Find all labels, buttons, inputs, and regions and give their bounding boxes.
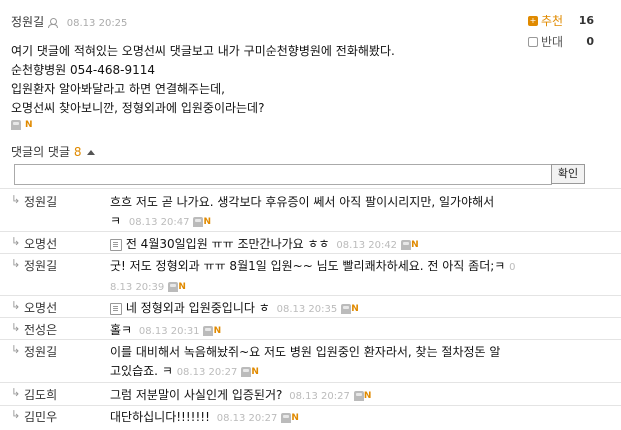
new-icon: N — [291, 412, 299, 423]
divider — [0, 253, 621, 254]
vote-down-count: 0 — [586, 35, 594, 48]
reply-input[interactable] — [14, 164, 552, 185]
reply-author[interactable]: 전성은 — [24, 321, 57, 338]
replies-header[interactable]: 댓글의 댓글 8 — [11, 143, 96, 160]
vote-up-count: 16 — [578, 14, 594, 27]
divider — [0, 405, 621, 406]
reply-text: 굿! 저도 정형외과 ㅠㅠ 8월1일 입원~~ 님도 빨리쾌차하세요. 전 아직… — [110, 259, 506, 273]
memo-icon — [110, 238, 122, 251]
divider — [0, 317, 621, 318]
reply-text: 홀ㅋ — [110, 323, 133, 337]
reply-date: 08.13 20:42 — [336, 240, 398, 251]
comment-author[interactable]: 정원길 — [11, 15, 44, 29]
reply-arrow-icon: ↳ — [11, 257, 21, 270]
report-icon[interactable] — [341, 303, 352, 314]
reply-text-continued: ㅋ — [110, 214, 122, 228]
reply-arrow-icon: ↳ — [11, 408, 21, 421]
comment-line: 여기 댓글에 적혀있는 오명선씨 댓글보고 내가 구미순천향병원에 전화해봤다. — [11, 44, 395, 58]
comment-line: 오명선씨 찾아보니깐, 정형외과에 입원중이라는데? — [11, 101, 265, 115]
reply-date: 08.13 20:27 — [289, 391, 350, 402]
comment-date: 08.13 20:25 — [66, 18, 128, 29]
report-icon[interactable] — [400, 239, 411, 250]
reply-date: 08.13 20:47 — [128, 217, 190, 228]
report-icon[interactable] — [193, 216, 204, 227]
replies-count: 8 — [73, 145, 82, 159]
divider — [0, 339, 621, 340]
reply-author[interactable]: 정원길 — [24, 257, 57, 274]
reply-text-suffix: 0 — [509, 262, 516, 273]
divider — [0, 231, 621, 232]
divider — [0, 188, 621, 189]
reply-arrow-icon: ↳ — [11, 321, 21, 334]
report-icon[interactable] — [281, 412, 292, 423]
new-icon: N — [213, 325, 222, 336]
memo-icon — [110, 302, 122, 315]
new-icon: N — [411, 239, 419, 250]
reply-arrow-icon: ↳ — [11, 343, 21, 356]
reply-text: 그럼 저분말이 사실인게 입증된거? — [110, 388, 283, 402]
reply-text: 흐흐 저도 곧 나가요. 생각보다 후유증이 쎄서 아직 팔이시리지만, 일가야… — [110, 195, 495, 209]
report-icon[interactable] — [353, 390, 364, 401]
reply-author[interactable]: 오명선 — [24, 299, 57, 316]
replies-label: 댓글의 댓글 — [11, 145, 71, 159]
caret-up-icon — [87, 150, 96, 155]
comment-tools: N — [11, 117, 33, 131]
comment-line: 순천향병원 054-468-9114 — [11, 63, 156, 77]
reply-text-suffix: ㅋ — [161, 364, 173, 378]
reply-date: 08.13 20:27 — [216, 413, 278, 424]
new-icon: N — [178, 281, 186, 292]
reply-date: 8.13 20:39 — [110, 282, 165, 293]
reply-author[interactable]: 김도희 — [24, 386, 57, 403]
reply-author[interactable]: 정원길 — [24, 343, 57, 360]
reply-date: 08.13 20:27 — [176, 367, 238, 378]
reply-author[interactable]: 김민우 — [24, 408, 57, 425]
thumbs-down-icon — [528, 36, 538, 47]
reply-text-continued: 고있습죠. — [110, 364, 158, 378]
reply-date: 08.13 20:35 — [276, 304, 338, 315]
reply-text: 대단하십니다!!!!!!! — [110, 410, 210, 424]
new-icon: N — [351, 303, 359, 314]
reply-arrow-icon: ↳ — [11, 193, 21, 206]
comment-header: 정원길 08.13 20:25 — [11, 13, 127, 30]
vote-down[interactable]: 반대 0 — [528, 33, 594, 50]
reply-arrow-icon: ↳ — [11, 386, 21, 399]
report-icon[interactable] — [11, 119, 21, 130]
submit-button[interactable]: 확인 — [551, 164, 585, 184]
reply-text: 네 정형외과 입원중입니다 ㅎ — [125, 301, 270, 315]
new-icon: N — [363, 390, 372, 401]
vote-down-label: 반대 — [541, 35, 564, 49]
divider — [0, 382, 621, 383]
report-icon[interactable] — [168, 281, 179, 292]
new-icon: N — [25, 119, 33, 130]
divider — [0, 295, 621, 296]
report-icon[interactable] — [203, 325, 214, 336]
comment-line: 입원환자 알아봐달라고 하면 연결해주는데, — [11, 82, 225, 96]
reply-author[interactable]: 정원길 — [24, 193, 57, 210]
reply-arrow-icon: ↳ — [11, 299, 21, 312]
report-icon[interactable] — [241, 366, 252, 377]
reply-text: 이를 대비해서 녹음해놨쥐~요 저도 병원 입원중인 환자라서, 찾는 절차정돈… — [110, 345, 501, 359]
reply-text: 전 4월30일입원 ㅠㅠ 조만간나가요 ㅎㅎ — [125, 237, 330, 251]
reply-date: 08.13 20:31 — [138, 326, 200, 337]
reply-arrow-icon: ↳ — [11, 235, 21, 248]
vote-up-label: 추천 — [541, 14, 564, 28]
new-icon: N — [251, 366, 259, 377]
vote-up[interactable]: + 추천 16 — [528, 12, 594, 29]
thumbs-up-icon: + — [528, 15, 538, 26]
new-icon: N — [203, 216, 212, 227]
reply-author[interactable]: 오명선 — [24, 235, 57, 252]
person-icon — [47, 17, 58, 28]
comment-body: 여기 댓글에 적혀있는 오명선씨 댓글보고 내가 구미순천향병원에 전화해봤다.… — [11, 42, 511, 118]
